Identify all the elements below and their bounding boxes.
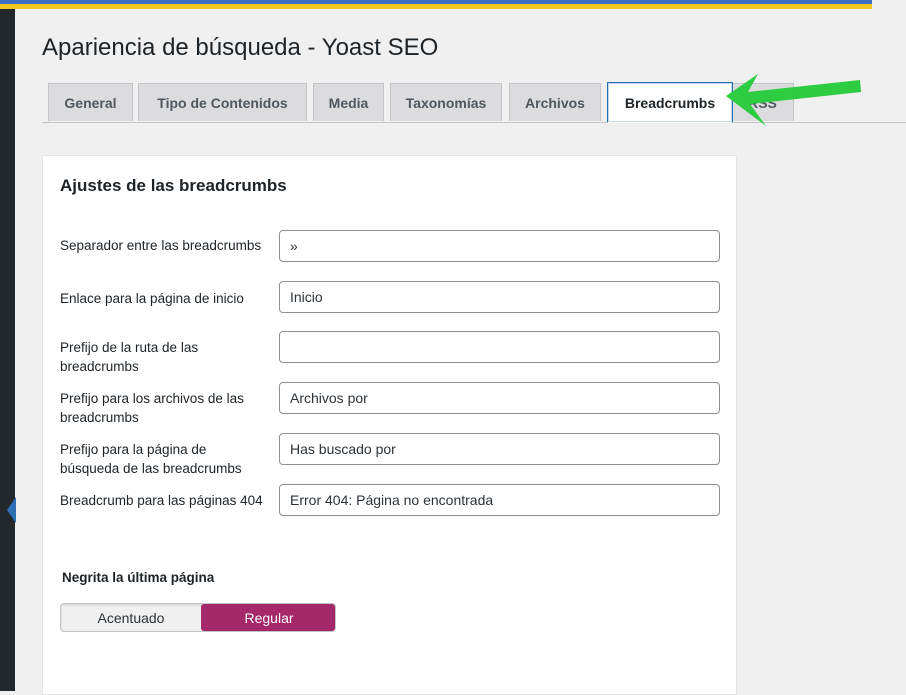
tab-taxonomias[interactable]: Taxonomías [390,83,502,121]
archive-prefix-input[interactable] [279,382,720,414]
home-anchor-label: Enlace para la página de inicio [60,291,244,306]
tab-tipo-de-contenidos[interactable]: Tipo de Contenidos [138,83,307,121]
page-title: Apariencia de búsqueda - Yoast SEO [42,34,439,61]
archive-prefix-label: Prefijo para los archivos de las breadcr… [60,391,244,425]
top-bar-gap [872,0,906,9]
404-crumb-label: Breadcrumb para las páginas 404 [60,493,263,508]
path-prefix-label: Prefijo de la ruta de las breadcrumbs [60,340,199,374]
separator-label: Separador entre las breadcrumbs [60,238,262,253]
toggle-option-regular[interactable]: Regular [201,604,335,631]
top-color-bar [0,0,872,9]
green-arrow-icon [726,74,861,126]
toggle-option-acentuado[interactable]: Acentuado [61,604,201,631]
tab-breadcrumbs[interactable]: Breadcrumbs [607,82,733,123]
breadcrumbs-settings-card: Ajustes de las breadcrumbs Separador ent… [42,155,737,695]
tab-archivos[interactable]: Archivos [509,83,601,121]
search-prefix-input[interactable] [279,433,720,465]
sidebar-pointer-icon [7,497,16,523]
search-prefix-label: Prefijo para la página de búsqueda de la… [60,442,242,476]
admin-sidebar [0,9,16,691]
path-prefix-input[interactable] [279,331,720,363]
home-anchor-input[interactable] [279,281,720,313]
tab-general[interactable]: General [48,83,133,121]
bold-last-page-toggle: Acentuado Regular [60,603,336,632]
settings-title: Ajustes de las breadcrumbs [60,176,287,195]
404-crumb-input[interactable] [279,484,720,516]
bold-last-page-label: Negrita la última página [62,570,215,585]
separator-input[interactable] [279,230,720,262]
tab-media[interactable]: Media [313,83,384,121]
